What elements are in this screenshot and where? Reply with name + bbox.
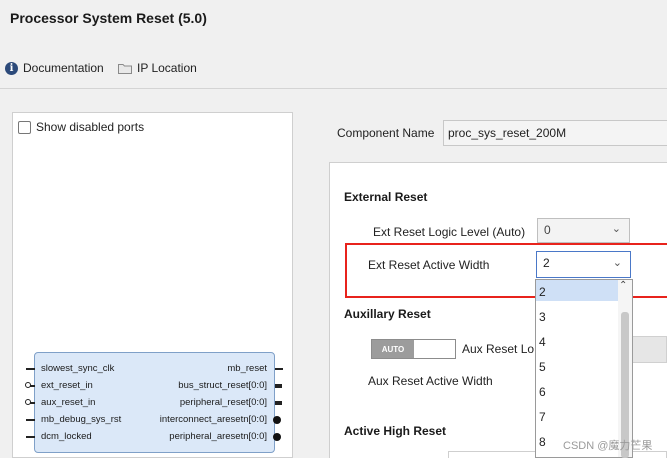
port-slowest-sync-clk: slowest_sync_clk (41, 363, 115, 374)
aux-reset-active-width-label: Aux Reset Active Width (368, 374, 493, 388)
port-peripheral-aresetn: peripheral_aresetn[0:0] (169, 431, 267, 442)
port-ext-reset-in: ext_reset_in (41, 380, 93, 391)
port-mb-reset: mb_reset (227, 363, 267, 374)
documentation-link[interactable]: i Documentation (5, 61, 104, 75)
pin-bubble (25, 382, 31, 388)
documentation-label: Documentation (23, 61, 104, 75)
aux-reset-logic-level-label: Aux Reset Lo (462, 342, 535, 356)
ip-symbol-block: slowest_sync_clk ext_reset_in aux_reset_… (34, 352, 275, 453)
bus-pin-bubble (273, 433, 281, 441)
ext-reset-logic-level-combo[interactable]: 0 ⌄ (537, 218, 630, 243)
window-title: Processor System Reset (5.0) (10, 10, 207, 26)
chevron-down-icon: ⌄ (611, 223, 621, 235)
component-name-input[interactable]: proc_sys_reset_200M (443, 120, 667, 146)
ip-location-link[interactable]: IP Location (118, 61, 197, 75)
watermark: CSDN @魔力芒果 (563, 440, 653, 452)
dropdown-selection-highlight (536, 280, 618, 301)
info-icon: i (5, 61, 18, 75)
component-name-label: Component Name (337, 126, 435, 140)
toolbar-divider (0, 88, 667, 89)
port-bus-struct-reset: bus_struct_reset[0:0] (178, 380, 267, 391)
dropdown-option[interactable]: 4 (539, 335, 546, 349)
port-peripheral-reset: peripheral_reset[0:0] (179, 397, 267, 408)
port-aux-reset-in: aux_reset_in (41, 397, 96, 408)
dropdown-option[interactable]: 7 (539, 410, 546, 424)
pin-stub (275, 368, 283, 370)
checkbox-box[interactable] (18, 120, 31, 134)
pin-stub (26, 368, 35, 370)
toggle-knob: AUTO (372, 340, 414, 358)
aux-reset-heading: Auxillary Reset (344, 307, 431, 321)
scroll-up-icon[interactable]: ⌃ (619, 280, 627, 291)
show-disabled-ports-label: Show disabled ports (36, 120, 145, 134)
pin-stub (26, 419, 35, 421)
dropdown-option[interactable]: 6 (539, 385, 546, 399)
active-high-reset-heading: Active High Reset (344, 424, 447, 438)
ext-reset-logic-level-value: 0 (544, 223, 551, 237)
ip-location-label: IP Location (137, 61, 197, 75)
dropdown-option[interactable]: 3 (539, 310, 546, 324)
dropdown-option[interactable]: 5 (539, 360, 546, 374)
bus-pin-stub (275, 401, 282, 405)
bus-pin-stub (275, 384, 282, 388)
dropdown-option[interactable]: 8 (539, 435, 546, 449)
port-interconnect-aresetn: interconnect_aresetn[0:0] (159, 414, 267, 425)
pin-stub (26, 436, 35, 438)
show-disabled-ports-checkbox[interactable]: Show disabled ports (18, 120, 144, 134)
port-mb-debug-sys-rst: mb_debug_sys_rst (41, 414, 122, 425)
bus-pin-bubble (273, 416, 281, 424)
external-reset-heading: External Reset (344, 190, 428, 204)
ext-reset-logic-level-label: Ext Reset Logic Level (Auto) (373, 225, 526, 239)
port-dcm-locked: dcm_locked (41, 431, 92, 442)
folder-icon (118, 63, 132, 74)
pin-bubble (25, 399, 31, 405)
dropdown-option[interactable]: 2 (539, 285, 546, 299)
